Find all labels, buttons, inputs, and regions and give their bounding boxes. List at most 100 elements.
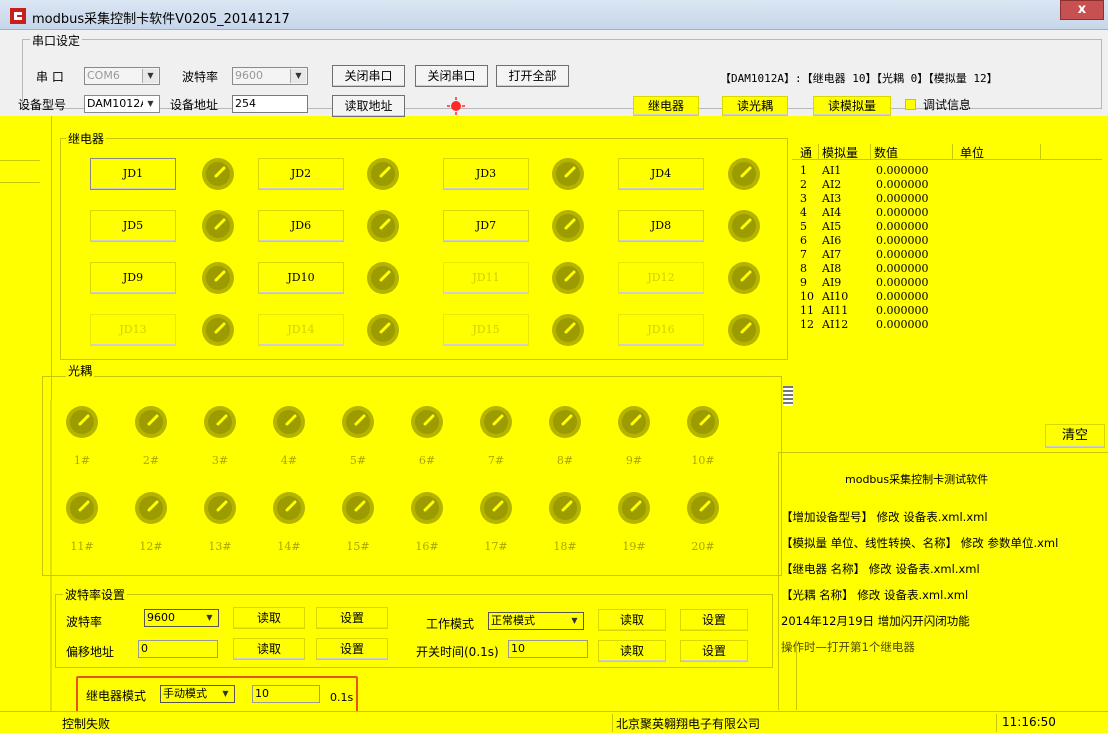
relay-button-12[interactable]: JD12 bbox=[618, 262, 704, 294]
read-opto-button[interactable]: 读光耦 bbox=[722, 96, 788, 116]
analog-header-value[interactable]: 数值 bbox=[874, 144, 898, 161]
analog-header-ch[interactable]: 通 bbox=[800, 144, 812, 161]
log-line: 【增加设备型号】 修改 设备表.xml.xml bbox=[781, 510, 988, 524]
splitter-handle[interactable] bbox=[783, 386, 793, 406]
opto-status-knob-icon bbox=[409, 490, 445, 526]
read-relay-button[interactable]: 继电器 bbox=[633, 96, 699, 116]
analog-cell-value: 0.000000 bbox=[876, 318, 929, 331]
relay-button-2[interactable]: JD2 bbox=[258, 158, 344, 190]
relay-button-1[interactable]: JD1 bbox=[90, 158, 176, 190]
left-divider bbox=[0, 160, 40, 161]
read-address-button[interactable]: 读取地址 bbox=[332, 95, 405, 117]
read-analog-button[interactable]: 读模拟量 bbox=[813, 96, 891, 116]
relay-button-11[interactable]: JD11 bbox=[443, 262, 529, 294]
chevron-down-icon[interactable]: ▼ bbox=[202, 611, 217, 625]
analog-cell-name: AI9 bbox=[822, 276, 842, 289]
analog-cell-ch: 5 bbox=[800, 220, 807, 233]
baud-set-button[interactable]: 设置 bbox=[316, 607, 388, 629]
log-line: 【继电器 名称】 修改 设备表.xml.xml bbox=[781, 562, 980, 576]
log-line: modbus采集控制卡测试软件 bbox=[845, 473, 989, 486]
debug-checkbox[interactable] bbox=[905, 99, 916, 110]
switch-time-read-button[interactable]: 读取 bbox=[598, 640, 666, 662]
status-message: 控制失败 bbox=[62, 717, 111, 731]
opto-label: 17# bbox=[484, 540, 508, 553]
chevron-down-icon[interactable]: ▼ bbox=[567, 614, 582, 628]
analog-cell-name: AI7 bbox=[822, 248, 842, 261]
analog-cell-name: AI6 bbox=[822, 234, 842, 247]
relay-button-9[interactable]: JD9 bbox=[90, 262, 176, 294]
status-bar: 控制失败 北京聚英翱翔电子有限公司 11:16:50 bbox=[0, 711, 1108, 733]
chevron-down-icon[interactable]: ▼ bbox=[142, 69, 158, 83]
offset-set-button[interactable]: 设置 bbox=[316, 638, 388, 660]
baud-settings-legend: 波特率设置 bbox=[63, 586, 128, 603]
close-port-button-2[interactable]: 关闭串口 bbox=[415, 65, 488, 87]
mode-set-button[interactable]: 设置 bbox=[680, 609, 748, 631]
analog-cell-value: 0.000000 bbox=[876, 192, 929, 205]
offset-read-button[interactable]: 读取 bbox=[233, 638, 305, 660]
mode-read-button[interactable]: 读取 bbox=[598, 609, 666, 631]
work-mode-select[interactable]: 正常模式 ▼ bbox=[488, 612, 584, 630]
opto-status-knob-icon bbox=[685, 490, 721, 526]
clear-button[interactable]: 清空 bbox=[1045, 424, 1105, 448]
offset-input[interactable]: 0 bbox=[138, 640, 218, 658]
port-select[interactable]: COM6 ▼ bbox=[84, 67, 160, 85]
opto-status-knob-icon bbox=[202, 490, 238, 526]
chevron-down-icon[interactable]: ▼ bbox=[143, 97, 158, 111]
relay-button-5[interactable]: JD5 bbox=[90, 210, 176, 242]
open-all-button[interactable]: 打开全部 bbox=[496, 65, 569, 87]
analog-cell-ch: 6 bbox=[800, 234, 807, 247]
relay-button-4[interactable]: JD4 bbox=[618, 158, 704, 190]
log-divider bbox=[796, 640, 797, 710]
relay-time-input[interactable]: 10 bbox=[252, 685, 320, 703]
settings-baud-value: 9600 bbox=[147, 611, 175, 624]
relay-button-3[interactable]: JD3 bbox=[443, 158, 529, 190]
baud-read-button[interactable]: 读取 bbox=[233, 607, 305, 629]
opto-status-knob-icon bbox=[616, 404, 652, 440]
relay-button-8[interactable]: JD8 bbox=[618, 210, 704, 242]
analog-header-unit[interactable]: 单位 bbox=[960, 144, 984, 161]
chevron-down-icon[interactable]: ▼ bbox=[218, 687, 233, 701]
opto-status-knob-icon bbox=[64, 490, 100, 526]
switch-time-set-button[interactable]: 设置 bbox=[680, 640, 748, 662]
analog-cell-name: AI5 bbox=[822, 220, 842, 233]
opto-label: 12# bbox=[139, 540, 163, 553]
analog-cell-name: AI2 bbox=[822, 178, 842, 191]
relay-status-knob-icon bbox=[200, 312, 236, 348]
relay-time-unit: 0.1s bbox=[330, 691, 354, 704]
model-select[interactable]: DAM1012A ▼ bbox=[84, 95, 160, 113]
analog-cell-ch: 12 bbox=[800, 318, 814, 331]
relay-button-13[interactable]: JD13 bbox=[90, 314, 176, 346]
relay-button-6[interactable]: JD6 bbox=[258, 210, 344, 242]
status-light-icon bbox=[447, 97, 465, 115]
status-sep bbox=[612, 714, 613, 732]
left-divider-2 bbox=[0, 182, 40, 183]
log-panel[interactable]: modbus采集控制卡测试软件 【增加设备型号】 修改 设备表.xml.xml 【模… bbox=[778, 452, 1108, 710]
relay-button-16[interactable]: JD16 bbox=[618, 314, 704, 346]
analog-cell-value: 0.000000 bbox=[876, 164, 929, 177]
address-input[interactable]: 254 bbox=[232, 95, 308, 113]
relay-button-7[interactable]: JD7 bbox=[443, 210, 529, 242]
chevron-down-icon[interactable]: ▼ bbox=[290, 69, 306, 83]
col-sep bbox=[952, 144, 953, 160]
analog-header-name[interactable]: 模拟量 bbox=[822, 144, 858, 161]
settings-baud-select[interactable]: 9600 ▼ bbox=[144, 609, 219, 627]
baud-label: 波特率 bbox=[182, 70, 219, 84]
relay-button-14[interactable]: JD14 bbox=[258, 314, 344, 346]
relay-mode-select[interactable]: 手动模式 ▼ bbox=[160, 685, 235, 703]
analog-cell-ch: 9 bbox=[800, 276, 807, 289]
opto-label: 5# bbox=[349, 454, 367, 467]
switch-time-input[interactable]: 10 bbox=[508, 640, 588, 658]
analog-cell-name: AI12 bbox=[822, 318, 849, 331]
relay-button-10[interactable]: JD10 bbox=[258, 262, 344, 294]
analog-cell-value: 0.000000 bbox=[876, 304, 929, 317]
relay-status-knob-icon bbox=[550, 208, 586, 244]
close-port-button[interactable]: 关闭串口 bbox=[332, 65, 405, 87]
opto-status-knob-icon bbox=[547, 404, 583, 440]
analog-cell-value: 0.000000 bbox=[876, 276, 929, 289]
relay-button-15[interactable]: JD15 bbox=[443, 314, 529, 346]
opto-label: 4# bbox=[280, 454, 298, 467]
relay-status-knob-icon bbox=[726, 208, 762, 244]
close-button[interactable]: x bbox=[1060, 0, 1104, 20]
settings-baud-label: 波特率 bbox=[66, 615, 103, 629]
baud-select[interactable]: 9600 ▼ bbox=[232, 67, 308, 85]
